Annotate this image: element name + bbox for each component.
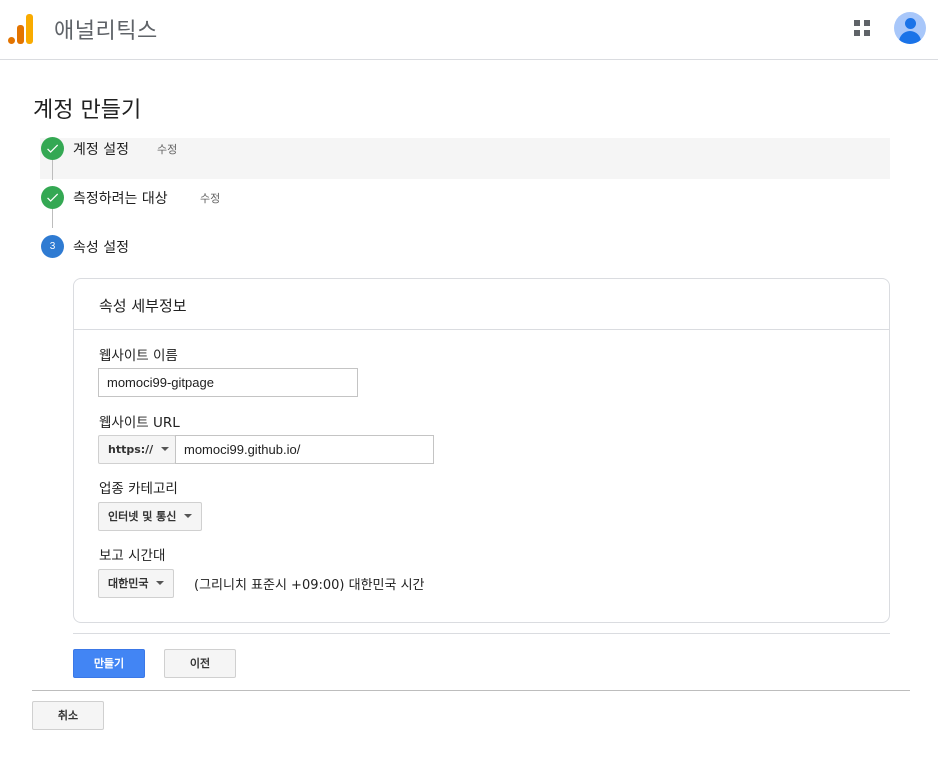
website-name-label: 웹사이트 이름 xyxy=(99,348,178,364)
industry-category-label: 업종 카테고리 xyxy=(99,481,178,497)
website-url-input[interactable] xyxy=(175,435,434,464)
step-1-label: 계정 설정 xyxy=(73,142,129,158)
protocol-select-value: https:// xyxy=(108,443,154,456)
analytics-logo-icon xyxy=(7,12,35,44)
property-details-card: 속성 세부정보 웹사이트 이름 웹사이트 URL https:// 업종 카테고… xyxy=(73,278,890,623)
top-app-bar: 애널리틱스 xyxy=(0,0,938,60)
app-title: 애널리틱스 xyxy=(54,19,158,44)
step-2-edit-link[interactable]: 수정 xyxy=(200,190,220,206)
step-connector xyxy=(52,160,53,180)
protocol-select[interactable]: https:// xyxy=(98,435,176,464)
step-2-label: 측정하려는 대상 xyxy=(73,191,168,207)
industry-category-select[interactable]: 인터넷 및 통신 xyxy=(98,502,203,531)
timezone-country-select[interactable]: 대한민국 xyxy=(98,569,175,598)
chevron-down-icon xyxy=(156,581,165,585)
card-title: 속성 세부정보 xyxy=(99,297,187,315)
step-1-edit-link[interactable]: 수정 xyxy=(157,141,177,157)
timezone-description: (그리니치 표준시 +09:00) 대한민국 시간 xyxy=(194,578,425,593)
actions-divider xyxy=(73,633,890,634)
industry-category-value: 인터넷 및 통신 xyxy=(108,510,177,523)
website-name-input[interactable] xyxy=(98,368,358,397)
account-avatar-icon[interactable] xyxy=(894,12,926,44)
create-button[interactable]: 만들기 xyxy=(73,649,145,678)
footer-divider xyxy=(32,690,910,691)
timezone-country-value: 대한민국 xyxy=(108,577,149,590)
step-connector xyxy=(52,208,53,228)
page-title: 계정 만들기 xyxy=(33,98,142,123)
chevron-down-icon xyxy=(161,447,170,451)
step-1-check-icon xyxy=(41,137,64,160)
chevron-down-icon xyxy=(184,514,193,518)
website-url-label: 웹사이트 URL xyxy=(99,415,180,431)
previous-button[interactable]: 이전 xyxy=(164,649,236,678)
step-3-number: 3 xyxy=(41,235,64,258)
cancel-button[interactable]: 취소 xyxy=(32,701,104,730)
card-header: 속성 세부정보 xyxy=(74,279,889,330)
step-3-label: 속성 설정 xyxy=(73,240,129,256)
apps-grid-icon[interactable] xyxy=(854,20,871,37)
reporting-timezone-label: 보고 시간대 xyxy=(99,548,166,564)
step-2-check-icon xyxy=(41,186,64,209)
